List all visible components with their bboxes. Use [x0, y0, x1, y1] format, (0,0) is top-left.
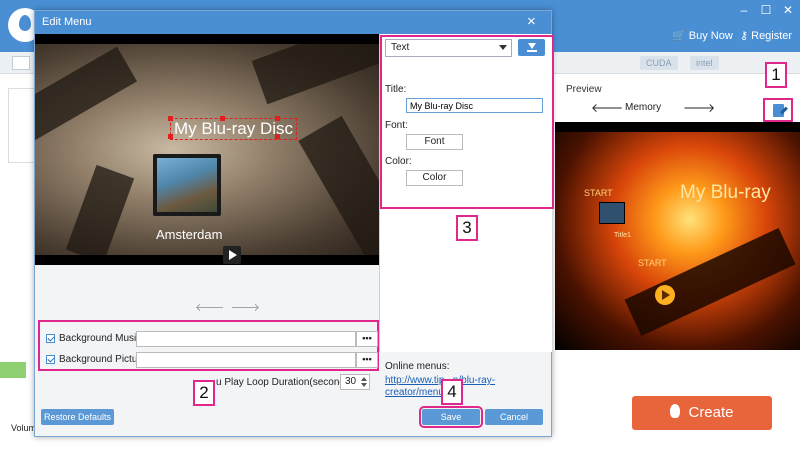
- preview-item-label: Title1: [614, 232, 631, 239]
- preview-label: Preview: [566, 84, 602, 95]
- restore-defaults-button[interactable]: Restore Defaults: [41, 409, 114, 425]
- online-menus-label: Online menus:: [385, 361, 450, 372]
- menu-preview: [555, 122, 800, 350]
- save-button[interactable]: Save: [419, 406, 483, 428]
- intel-badge: intel: [690, 56, 719, 70]
- callout-step-4: 4: [441, 379, 463, 405]
- menu-editor-canvas[interactable]: My Blu-ray Disc Amsterdam: [35, 34, 379, 265]
- element-type-value: Text: [391, 42, 410, 53]
- minimize-icon[interactable]: –: [736, 3, 752, 17]
- bg-music-browse-button[interactable]: •••: [356, 331, 378, 347]
- download-icon[interactable]: [518, 39, 545, 56]
- bg-picture-path[interactable]: [136, 352, 356, 368]
- bg-music-label: Background Music:: [59, 333, 145, 344]
- register-label: Register: [751, 30, 793, 42]
- dialog-titlebar: [35, 11, 551, 34]
- create-label: Create: [688, 404, 734, 421]
- prev-template-icon[interactable]: 🡐: [591, 100, 623, 115]
- callout-step-1: 1: [765, 62, 787, 88]
- callout-step-2: 2: [193, 380, 215, 406]
- template-name: Memory: [625, 102, 662, 113]
- callout-step-3: 3: [456, 215, 478, 241]
- buy-now-link[interactable]: 🛒 Buy Now: [672, 29, 733, 42]
- cuda-badge: CUDA: [640, 56, 678, 70]
- font-button[interactable]: Font: [406, 134, 463, 150]
- bg-music-path[interactable]: [136, 331, 356, 347]
- cancel-button[interactable]: Cancel: [485, 409, 543, 425]
- color-label: Color:: [385, 156, 412, 167]
- cart-icon: 🛒: [672, 30, 689, 42]
- loop-duration-label: u Play Loop Duration(seconds):: [216, 377, 357, 388]
- menu-chapter-thumbnail[interactable]: [153, 154, 221, 216]
- menu-background: [35, 44, 379, 255]
- maximize-icon[interactable]: ☐: [758, 3, 774, 17]
- loop-duration-value: 30: [345, 376, 357, 387]
- edit-menu-button[interactable]: [763, 98, 793, 122]
- preview-menu-title: My Blu-ray: [680, 182, 771, 203]
- online-menus-link[interactable]: http://www.tip...n/blu-ray-creator/menu.…: [385, 375, 545, 399]
- bg-music-checkbox[interactable]: [46, 334, 55, 343]
- menu-chapter-caption[interactable]: Amsterdam: [156, 227, 222, 242]
- canvas-nav-arrows[interactable]: 🡐🡒: [195, 300, 266, 314]
- chevron-up-icon[interactable]: [361, 377, 367, 381]
- flame-icon: [670, 404, 681, 418]
- next-template-icon[interactable]: 🡒: [683, 100, 715, 115]
- dialog-title: Edit Menu: [42, 16, 92, 28]
- title-input[interactable]: [406, 98, 543, 113]
- loop-duration-stepper[interactable]: 30: [340, 374, 370, 390]
- preview-start-label: START: [638, 258, 667, 268]
- preview-play-icon: [655, 285, 675, 305]
- bg-picture-browse-button[interactable]: •••: [356, 352, 378, 368]
- key-icon: ⚷: [740, 30, 752, 42]
- dialog-close-icon[interactable]: ×: [527, 13, 536, 30]
- close-app-icon[interactable]: ✕: [780, 3, 796, 17]
- color-button[interactable]: Color: [406, 170, 463, 186]
- chevron-down-icon[interactable]: [361, 383, 367, 387]
- menu-play-icon[interactable]: [223, 246, 241, 264]
- buy-now-label: Buy Now: [688, 30, 733, 42]
- preview-start-label: START: [584, 188, 613, 198]
- element-type-select[interactable]: Text: [385, 39, 512, 57]
- create-button[interactable]: Create: [632, 396, 772, 430]
- bg-picture-checkbox[interactable]: [46, 355, 55, 364]
- capacity-bar: [0, 362, 26, 378]
- add-file-icon[interactable]: [12, 56, 30, 70]
- preview-thumbnail: [599, 202, 625, 224]
- register-link[interactable]: ⚷ Register: [740, 29, 792, 42]
- font-label: Font:: [385, 120, 408, 131]
- chevron-down-icon: [499, 45, 507, 50]
- title-label: Title:: [385, 84, 407, 95]
- background-settings: Background Music: ••• Background Picture…: [38, 320, 379, 371]
